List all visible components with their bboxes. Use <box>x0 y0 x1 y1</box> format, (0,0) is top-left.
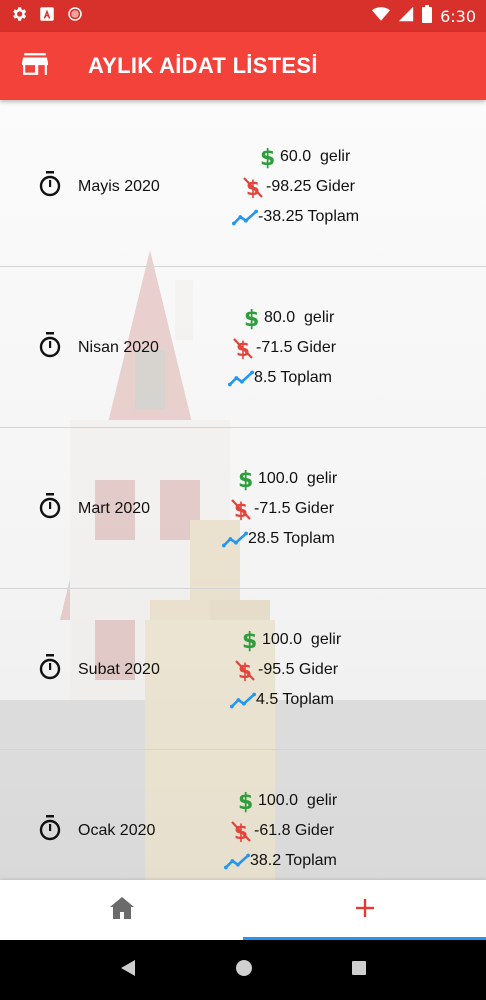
store-icon[interactable] <box>22 52 48 80</box>
month-label: Ocak 2020 <box>78 821 156 839</box>
font-icon <box>38 5 56 28</box>
list-item[interactable]: Subat 2020 $ 100.0 gelir $ -95.5 Gider 4… <box>0 589 486 750</box>
status-bar: 6:30 <box>0 0 486 32</box>
svg-text:$: $ <box>238 790 253 813</box>
dollar-icon: $ <box>232 789 258 813</box>
timer-icon <box>38 171 62 202</box>
trending-icon <box>230 691 256 709</box>
expense-value: -71.5 Gider <box>254 500 335 517</box>
status-time: 6:30 <box>440 6 476 26</box>
dollar-icon: $ <box>236 628 262 652</box>
home-icon <box>109 896 134 924</box>
income-value: 100.0 gelir <box>258 792 338 809</box>
dollar-icon: $ <box>232 467 258 491</box>
money-off-icon: $ <box>230 336 256 360</box>
trending-icon <box>222 530 248 548</box>
expense-value: -95.5 Gider <box>258 661 339 678</box>
svg-text:$: $ <box>244 307 259 330</box>
expense-value: -98.25 Gider <box>266 178 355 195</box>
money-off-icon: $ <box>228 819 254 843</box>
bottom-navigation <box>0 880 486 940</box>
month-label: Mart 2020 <box>78 499 151 517</box>
list-item[interactable]: Ocak 2020 $ 100.0 gelir $ -61.8 Gider 38… <box>0 750 486 880</box>
page-title: AYLIK AİDAT LİSTESİ <box>88 53 318 78</box>
home-circle-icon[interactable] <box>235 959 253 982</box>
money-off-icon: $ <box>232 658 258 682</box>
nav-home[interactable] <box>0 880 243 940</box>
expense-value: -71.5 Gider <box>256 339 337 356</box>
income-value: 80.0 gelir <box>264 309 335 326</box>
add-icon <box>355 898 375 923</box>
timer-icon <box>38 815 62 846</box>
battery-icon <box>422 4 433 28</box>
total-value: -38.25 Toplam <box>258 208 360 225</box>
list-item[interactable]: Mart 2020 $ 100.0 gelir $ -71.5 Gider 28… <box>0 428 486 589</box>
income-value: 100.0 gelir <box>258 470 338 487</box>
month-label: Subat 2020 <box>78 660 160 678</box>
svg-text:$: $ <box>260 146 275 169</box>
total-value: 4.5 Toplam <box>256 691 334 708</box>
trending-icon <box>232 208 258 226</box>
back-icon[interactable] <box>119 959 137 982</box>
list-item[interactable]: Mayis 2020 $ 60.0 gelir $ -98.25 Gider -… <box>0 106 486 267</box>
recents-icon[interactable] <box>351 960 367 981</box>
trending-icon <box>228 369 254 387</box>
total-value: 38.2 Toplam <box>250 852 337 869</box>
month-label: Nisan 2020 <box>78 338 159 356</box>
income-value: 60.0 gelir <box>280 148 351 165</box>
month-list[interactable]: Mayis 2020 $ 60.0 gelir $ -98.25 Gider -… <box>0 100 486 880</box>
timer-icon <box>38 332 62 363</box>
month-label: Mayis 2020 <box>78 177 160 195</box>
timer-icon <box>38 493 62 524</box>
nav-add[interactable] <box>243 880 486 940</box>
app-bar: AYLIK AİDAT LİSTESİ <box>0 32 486 100</box>
income-value: 100.0 gelir <box>262 631 342 648</box>
expense-value: -61.8 Gider <box>254 822 335 839</box>
svg-text:$: $ <box>242 629 257 652</box>
svg-text:$: $ <box>238 468 253 491</box>
money-off-icon: $ <box>240 175 266 199</box>
dollar-icon: $ <box>238 306 264 330</box>
wifi-icon <box>372 6 391 27</box>
settings-icon <box>10 5 28 28</box>
list-item[interactable]: Nisan 2020 $ 80.0 gelir $ -71.5 Gider 8.… <box>0 267 486 428</box>
timer-icon <box>38 654 62 685</box>
money-off-icon: $ <box>228 497 254 521</box>
trending-icon <box>224 852 250 870</box>
total-value: 28.5 Toplam <box>248 530 335 547</box>
dollar-icon: $ <box>254 145 280 169</box>
signal-icon <box>398 6 414 27</box>
system-navigation-bar <box>0 940 486 1000</box>
record-icon <box>66 5 84 28</box>
total-value: 8.5 Toplam <box>254 369 332 386</box>
